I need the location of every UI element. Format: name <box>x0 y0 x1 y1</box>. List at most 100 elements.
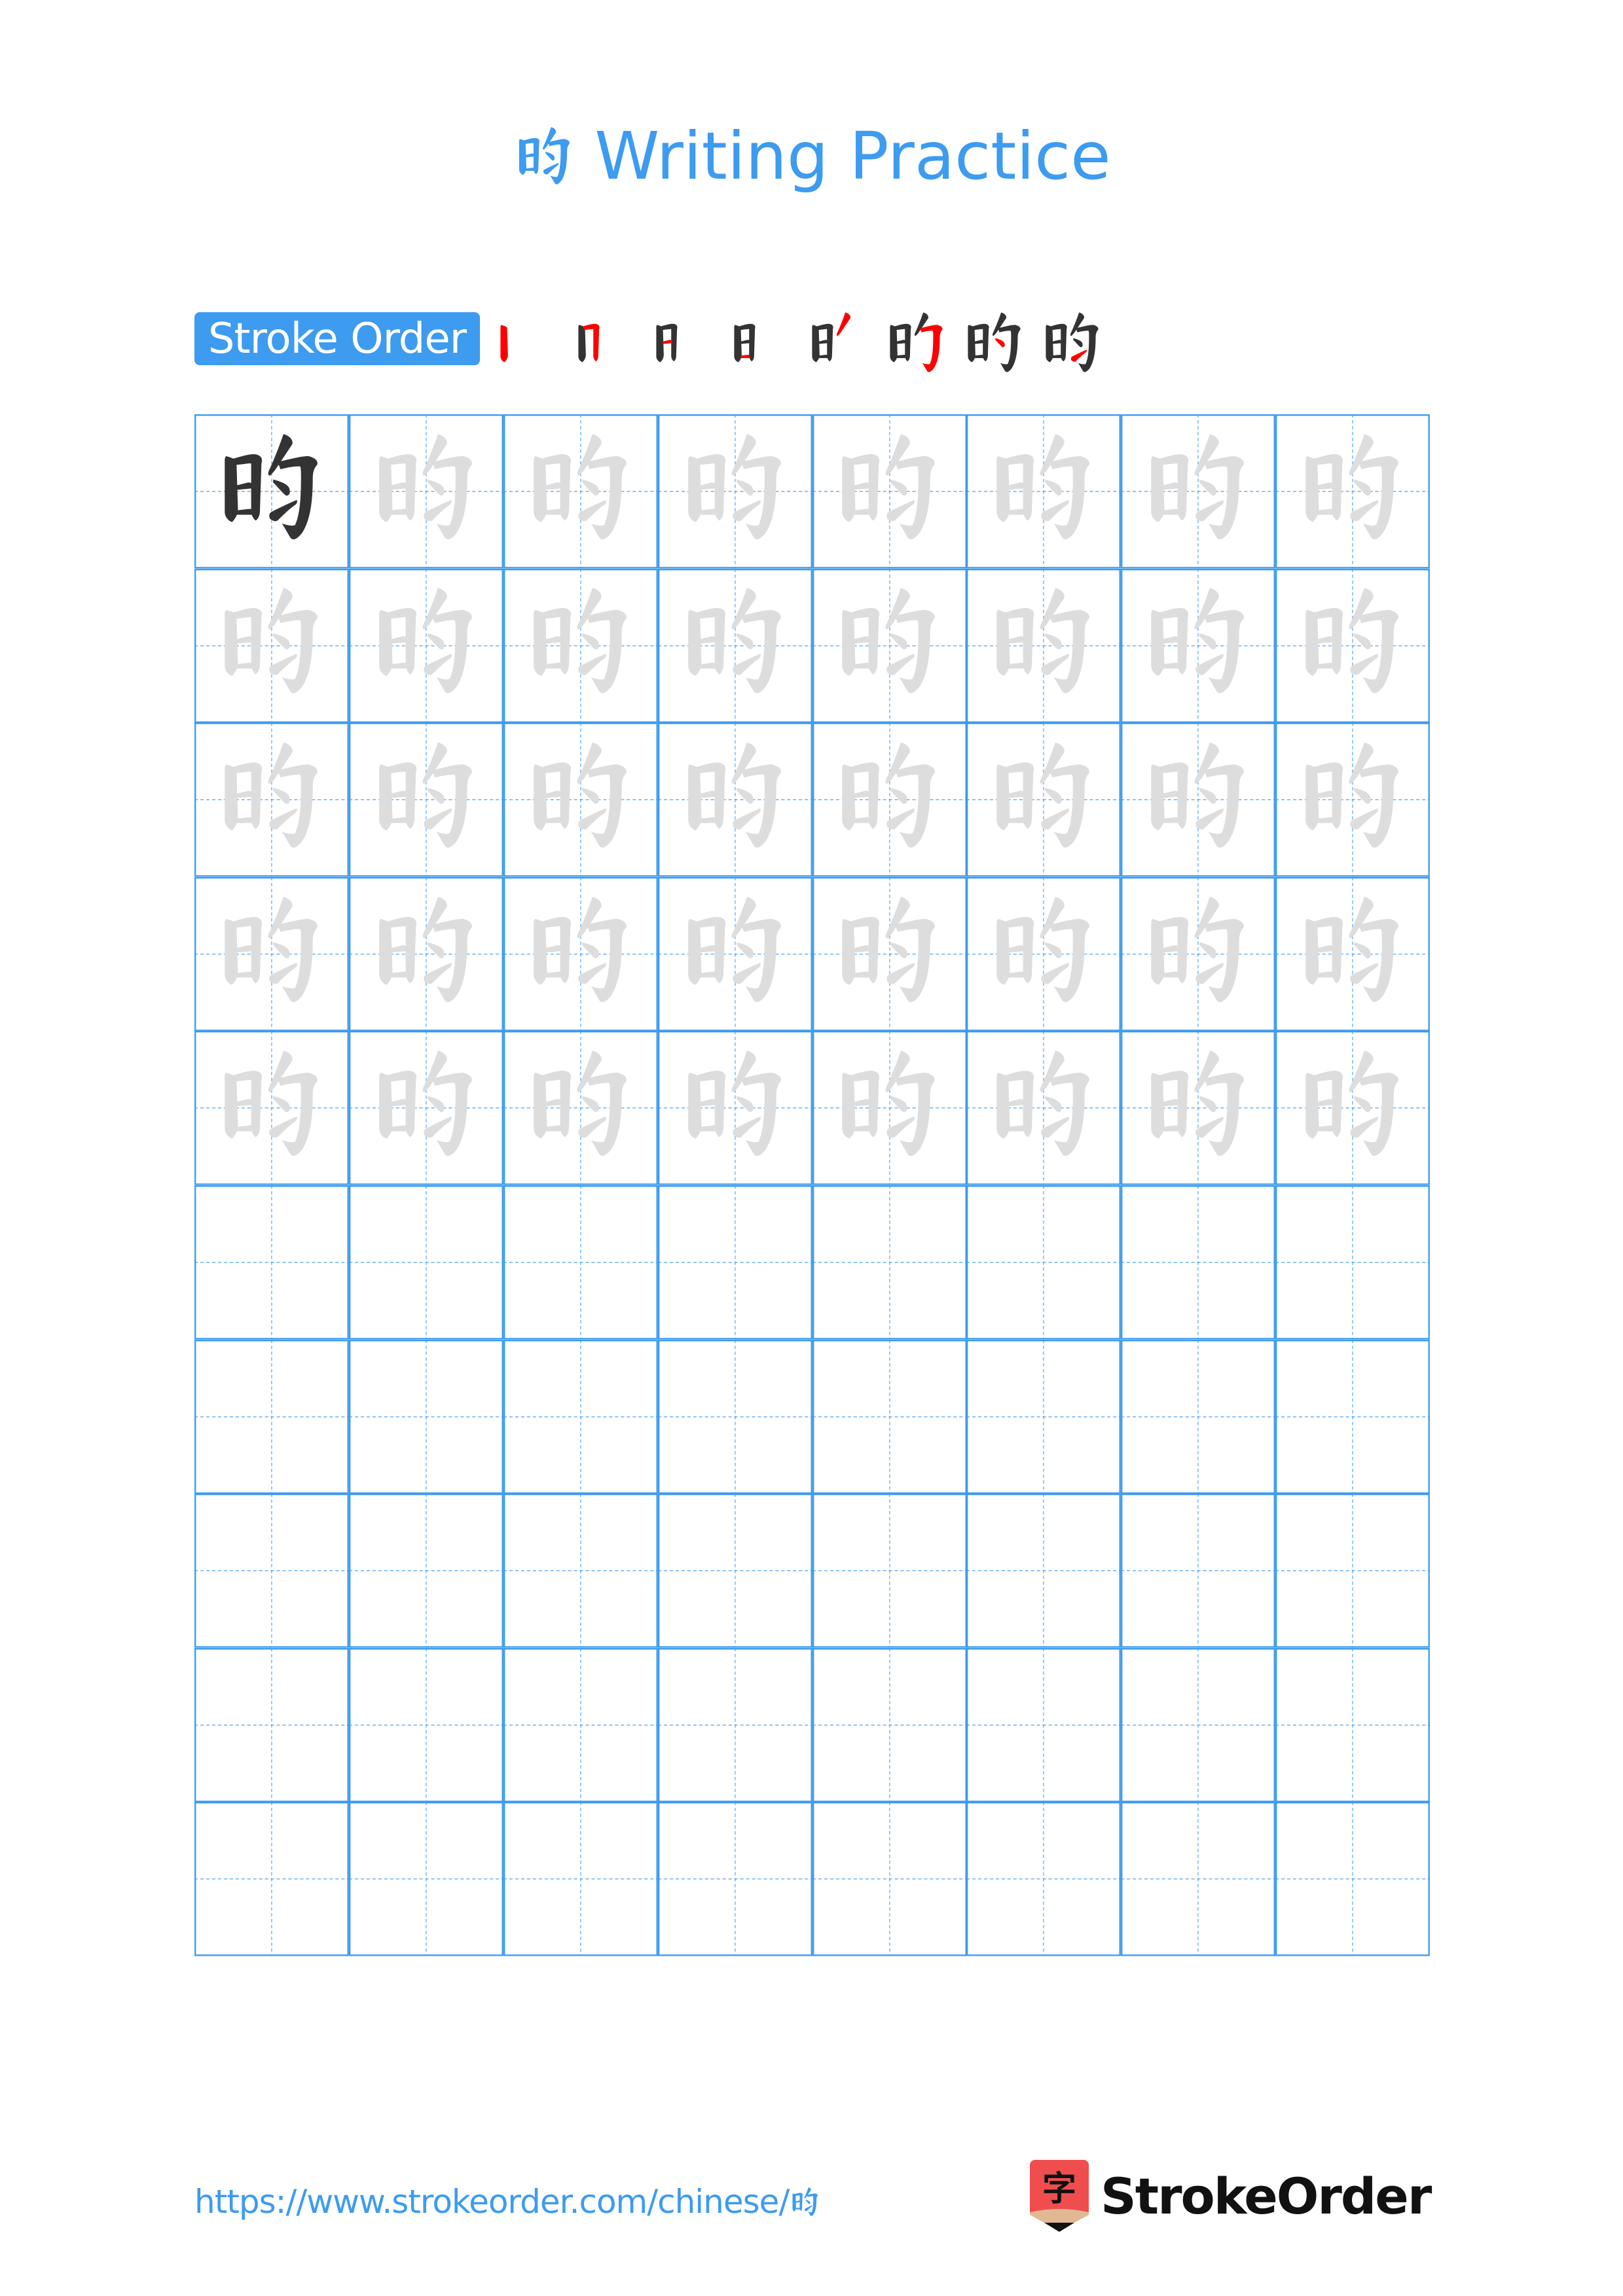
grid-cell[interactable] <box>503 1031 658 1185</box>
trace-character <box>675 427 795 547</box>
trace-character <box>366 581 486 701</box>
grid-cell[interactable] <box>1121 568 1276 723</box>
grid-cell[interactable] <box>348 1802 503 1956</box>
grid-cell[interactable] <box>812 1494 967 1648</box>
cell-guide-lines <box>194 1339 349 1494</box>
grid-cell[interactable] <box>1121 1647 1276 1803</box>
grid-cell[interactable] <box>1275 1494 1430 1648</box>
grid-cell[interactable] <box>503 723 658 877</box>
grid-cell[interactable] <box>1275 1031 1430 1185</box>
trace-character <box>829 889 949 1010</box>
strokeorder-logo[interactable]: 字 StrokeOrder <box>1030 2160 1432 2232</box>
grid-cell[interactable] <box>966 1339 1122 1494</box>
grid-cell[interactable] <box>966 1494 1122 1648</box>
grid-cell[interactable] <box>348 876 503 1031</box>
trace-character <box>1138 735 1258 855</box>
grid-cell[interactable] <box>966 1647 1122 1803</box>
grid-cell[interactable] <box>194 1339 349 1494</box>
trace-character <box>520 735 641 855</box>
grid-cell[interactable] <box>812 876 967 1031</box>
grid-cell[interactable] <box>503 876 658 1031</box>
footer-url-link[interactable]: https://www.strokeorder.com/chinese/ <box>194 2183 822 2221</box>
grid-cell[interactable] <box>348 568 503 723</box>
grid-cell[interactable] <box>1275 1802 1430 1956</box>
grid-cell[interactable] <box>503 1802 658 1956</box>
grid-cell[interactable] <box>1275 1647 1430 1803</box>
grid-cell[interactable] <box>966 414 1122 569</box>
previous-stroke <box>896 355 906 359</box>
grid-cell[interactable] <box>503 1494 658 1648</box>
grid-cell[interactable] <box>348 1185 503 1340</box>
stroke-order-sequence <box>488 306 1111 378</box>
grid-cell[interactable] <box>194 1802 349 1956</box>
grid-cell[interactable] <box>812 1802 967 1956</box>
grid-cell[interactable] <box>503 1185 658 1340</box>
grid-cell[interactable] <box>194 876 349 1031</box>
grid-cell[interactable] <box>1121 1031 1276 1185</box>
grid-cell[interactable] <box>194 414 349 569</box>
grid-cell[interactable] <box>503 568 658 723</box>
grid-cell[interactable] <box>348 1031 503 1185</box>
grid-cell[interactable] <box>348 723 503 877</box>
grid-cell[interactable] <box>348 1339 503 1494</box>
grid-cell[interactable] <box>1121 1802 1276 1956</box>
cell-guide-lines <box>812 1647 967 1803</box>
trace-character <box>1138 427 1258 547</box>
grid-cell[interactable] <box>348 1647 503 1803</box>
grid-cell[interactable] <box>966 1185 1122 1340</box>
grid-cell[interactable] <box>812 568 967 723</box>
grid-cell[interactable] <box>657 1339 812 1494</box>
grid-cell[interactable] <box>812 1647 967 1803</box>
grid-cell[interactable] <box>966 1802 1122 1956</box>
grid-cell[interactable] <box>657 1031 812 1185</box>
grid-cell[interactable] <box>503 1339 658 1494</box>
grid-cell[interactable] <box>966 876 1122 1031</box>
grid-cell[interactable] <box>194 1647 349 1803</box>
grid-cell[interactable] <box>194 1185 349 1340</box>
cell-guide-lines <box>1275 1339 1430 1494</box>
cell-guide-lines <box>812 1494 967 1648</box>
grid-cell[interactable] <box>657 723 812 877</box>
grid-cell[interactable] <box>812 1339 967 1494</box>
grid-cell[interactable] <box>1121 876 1276 1031</box>
grid-cell[interactable] <box>348 1494 503 1648</box>
grid-cell[interactable] <box>194 568 349 723</box>
grid-cell[interactable] <box>1275 1185 1430 1340</box>
grid-cell[interactable] <box>1121 723 1276 877</box>
trace-character <box>211 1043 332 1164</box>
grid-cell[interactable] <box>657 1802 812 1956</box>
current-stroke <box>919 325 943 372</box>
grid-cell[interactable] <box>657 876 812 1031</box>
grid-cell[interactable] <box>1275 876 1430 1031</box>
grid-cell[interactable] <box>812 723 967 877</box>
grid-cell[interactable] <box>348 414 503 569</box>
grid-cell[interactable] <box>1121 1339 1276 1494</box>
grid-cell[interactable] <box>657 1647 812 1803</box>
stroke-step-glyph <box>733 323 756 363</box>
grid-cell[interactable] <box>657 1494 812 1648</box>
grid-cell[interactable] <box>1121 1185 1276 1340</box>
grid-cell[interactable] <box>812 1185 967 1340</box>
grid-cell[interactable] <box>966 568 1122 723</box>
grid-cell[interactable] <box>194 723 349 877</box>
grid-cell[interactable] <box>503 1647 658 1803</box>
grid-cell[interactable] <box>1275 723 1430 877</box>
grid-cell[interactable] <box>966 1031 1122 1185</box>
grid-cell[interactable] <box>194 1031 349 1185</box>
grid-cell[interactable] <box>1275 568 1430 723</box>
cell-guide-lines <box>657 1647 812 1803</box>
grid-cell[interactable] <box>657 414 812 569</box>
grid-cell[interactable] <box>812 1031 967 1185</box>
grid-cell[interactable] <box>194 1494 349 1648</box>
grid-cell[interactable] <box>966 723 1122 877</box>
grid-cell[interactable] <box>1121 1494 1276 1648</box>
grid-cell[interactable] <box>1275 1339 1430 1494</box>
grid-cell[interactable] <box>1121 414 1276 569</box>
trace-character <box>829 1043 949 1164</box>
current-stroke <box>994 338 1005 348</box>
grid-cell[interactable] <box>812 414 967 569</box>
grid-cell[interactable] <box>1275 414 1430 569</box>
grid-cell[interactable] <box>503 414 658 569</box>
grid-cell[interactable] <box>657 568 812 723</box>
grid-cell[interactable] <box>657 1185 812 1340</box>
